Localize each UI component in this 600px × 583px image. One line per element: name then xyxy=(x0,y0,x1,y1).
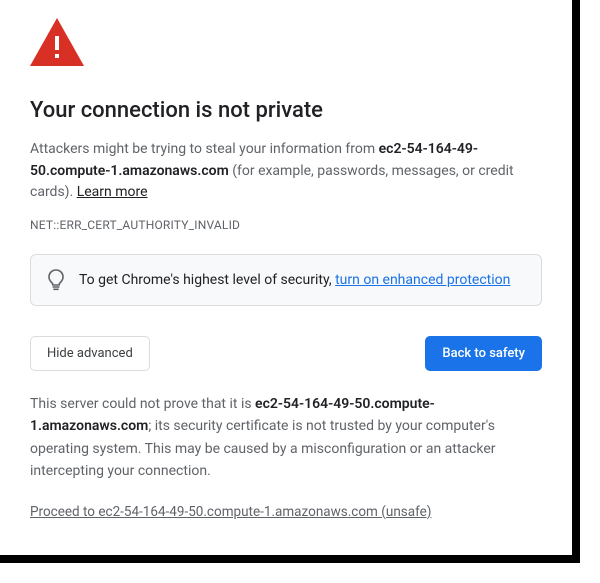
desc-prefix: Attackers might be trying to steal your … xyxy=(30,141,379,157)
warning-triangle-icon xyxy=(30,18,84,66)
promo-text: To get Chrome's highest level of securit… xyxy=(79,272,335,288)
back-to-safety-button[interactable]: Back to safety xyxy=(425,336,542,371)
proceed-prefix: Proceed to xyxy=(30,504,98,520)
adv-prefix: This server could not prove that it is xyxy=(30,396,255,412)
proceed-unsafe-link[interactable]: Proceed to ec2-54-164-49-50.compute-1.am… xyxy=(30,504,431,520)
lightbulb-icon xyxy=(47,269,65,291)
hide-advanced-button[interactable]: Hide advanced xyxy=(30,336,150,371)
advanced-paragraph: This server could not prove that it is e… xyxy=(30,393,542,483)
ssl-error-page: Your connection is not private Attackers… xyxy=(0,0,572,555)
page-title: Your connection is not private xyxy=(30,98,542,123)
advanced-details: This server could not prove that it is e… xyxy=(30,393,542,520)
warning-description: Attackers might be trying to steal your … xyxy=(30,139,542,204)
enhanced-protection-promo: To get Chrome's highest level of securit… xyxy=(30,254,542,306)
enhanced-protection-link[interactable]: turn on enhanced protection xyxy=(335,272,510,288)
promo-text-wrap: To get Chrome's highest level of securit… xyxy=(79,272,510,288)
button-row: Hide advanced Back to safety xyxy=(30,336,542,371)
proceed-suffix: (unsafe) xyxy=(378,504,432,520)
error-code: NET::ERR_CERT_AUTHORITY_INVALID xyxy=(30,218,542,232)
learn-more-link[interactable]: Learn more xyxy=(77,184,148,200)
proceed-host: ec2-54-164-49-50.compute-1.amazonaws.com xyxy=(98,504,378,520)
